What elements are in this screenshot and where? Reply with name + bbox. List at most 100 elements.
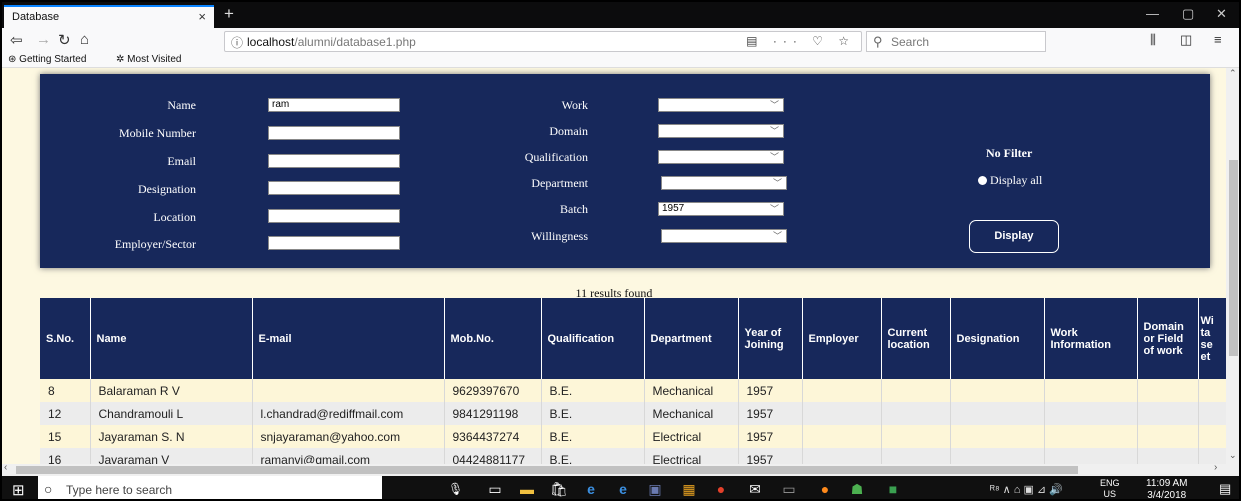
radio-dot-icon [978,176,987,185]
table-cell [950,379,1045,402]
close-tab-icon[interactable]: × [198,9,206,24]
system-tray-icons[interactable]: ᴿ⁸ ∧ ⌂ ▣ ⊿ 🔊 [990,483,1063,496]
internet-explorer-icon[interactable]: e [580,481,602,498]
sidebar-icon[interactable]: ◫ [1180,32,1192,48]
chrome-icon[interactable]: ● [710,481,732,498]
chevron-down-icon: ﹀ [769,204,779,214]
work-select[interactable]: ﹀ [658,98,784,112]
designation-label: Designation [138,182,196,196]
terminal-icon[interactable]: ▭ [778,481,800,498]
email-label: Email [167,154,196,168]
table-cell: Chandramouli L [90,402,253,425]
task-view-icon[interactable]: ▭ [484,481,506,498]
scroll-up-icon[interactable]: ⌃ [1229,68,1237,79]
edge-icon[interactable]: e [612,481,634,498]
qualification-select[interactable]: ﹀ [658,150,784,164]
minimize-button[interactable]: — [1146,6,1159,21]
table-cell: ramanvi@gmail.com [252,448,445,464]
batch-value: 1957 [662,203,685,214]
willingness-select[interactable]: ﹀ [661,229,787,243]
vertical-scrollbar[interactable]: ⌃ ⌄ [1226,68,1239,464]
new-tab-button[interactable]: + [224,4,234,24]
app-icon[interactable]: ☗ [846,481,868,498]
url-text: localhost/alumni/database1.php [247,35,416,49]
forward-button[interactable]: → [36,31,51,48]
bookmark-getting-started[interactable]: ⊛ Getting Started [8,54,86,65]
search-bar[interactable]: ⚲ Search [866,31,1046,52]
back-button[interactable]: ⇦ [10,31,23,49]
table-cell [802,402,882,425]
windows-start-icon[interactable]: ⊞ [12,481,25,499]
reload-button[interactable]: ↻ [58,31,71,49]
table-cell [1044,425,1138,448]
scroll-right-icon[interactable]: › [1214,462,1217,473]
department-select[interactable]: ﹀ [661,176,787,190]
display-button[interactable]: Display [969,220,1059,253]
employer-field[interactable] [268,236,400,250]
name-label: Name [167,98,196,112]
page-actions-icons[interactable]: ▤ ··· ♡ ☆ [746,34,855,48]
store-icon[interactable]: 🛍 [548,481,570,498]
clock[interactable]: 11:09 AM 3/4/2018 [1146,478,1188,499]
email-field[interactable] [268,154,400,168]
table-cell [1044,448,1138,464]
location-field[interactable] [268,209,400,223]
app-icon[interactable]: ▦ [678,481,700,498]
taskbar-search[interactable]: ○ Type here to search [38,476,382,499]
firefox-icon[interactable]: ● [814,481,836,498]
table-cell [1198,402,1226,425]
taskbar: ⊞ ○ Type here to search 🎙 ▭ ▬ 🛍 e e ▣ ▦ … [2,476,1239,499]
table-cell: Balaraman R V [90,379,253,402]
table-cell: 9629397670 [444,379,542,402]
willingness-label: Willingness [531,229,588,243]
vertical-scroll-thumb[interactable] [1229,160,1238,356]
name-field[interactable]: ram [268,98,400,112]
menu-icon[interactable]: ≡ [1214,32,1222,47]
info-icon[interactable]: ⓘ [231,34,243,51]
table-cell: 1957 [738,402,803,425]
chevron-down-icon: ﹀ [769,126,779,136]
bookmark-label: Getting Started [19,54,87,65]
mobile-label: Mobile Number [119,126,196,140]
close-window-button[interactable]: ✕ [1216,6,1227,22]
table-cell: Electrical [644,425,739,448]
col-header: Mob.No. [444,298,542,379]
app-icon[interactable]: ■ [882,481,904,498]
library-icon[interactable]: ⫼ [1150,32,1156,48]
display-all-radio[interactable]: Display all [978,173,1042,188]
table-cell [1137,379,1199,402]
batch-select[interactable]: 1957 ﹀ [658,202,784,216]
url-path: /alumni/database1.php [294,35,416,49]
mobile-field[interactable] [268,126,400,140]
language-indicator[interactable]: ENG US [1100,478,1120,499]
domain-select[interactable]: ﹀ [658,124,784,138]
bookmark-most-visited[interactable]: ✲ Most Visited [116,54,181,65]
time: 11:09 AM [1146,478,1188,489]
table-cell [1137,402,1199,425]
notification-icon[interactable]: ▤ [1219,481,1231,497]
horizontal-scroll-thumb[interactable] [16,466,1078,474]
table-cell [1137,425,1199,448]
chevron-down-icon: ﹀ [772,231,782,241]
url-bar[interactable]: ⓘ localhost/alumni/database1.php ▤ ··· ♡… [224,31,862,52]
search-icon: ⚲ [873,34,883,49]
table-cell: 15 [40,425,91,448]
maximize-button[interactable]: ▢ [1182,6,1194,22]
table-row: 12 Chandramouli Ll.chandrad@rediffmail.co… [40,402,1226,425]
horizontal-scrollbar[interactable]: ‹ › [2,462,1239,476]
designation-field[interactable] [268,181,400,195]
mail-icon[interactable]: ✉ [744,481,766,498]
scroll-left-icon[interactable]: ‹ [4,462,7,473]
col-header: E-mail [252,298,445,379]
tab-database[interactable]: Database × [4,5,214,28]
file-explorer-icon[interactable]: ▬ [516,481,538,498]
table-cell: snjayaraman@yahoo.com [252,425,445,448]
col-header: Work Information [1044,298,1138,379]
lang-bottom: US [1103,489,1117,499]
no-filter-label: No Filter [986,146,1033,160]
microphone-icon[interactable]: 🎙 [448,482,463,496]
scroll-down-icon[interactable]: ⌄ [1229,450,1237,461]
table-cell [1198,448,1226,464]
app-icon[interactable]: ▣ [644,481,666,498]
home-icon[interactable]: ⌂ [80,31,89,48]
